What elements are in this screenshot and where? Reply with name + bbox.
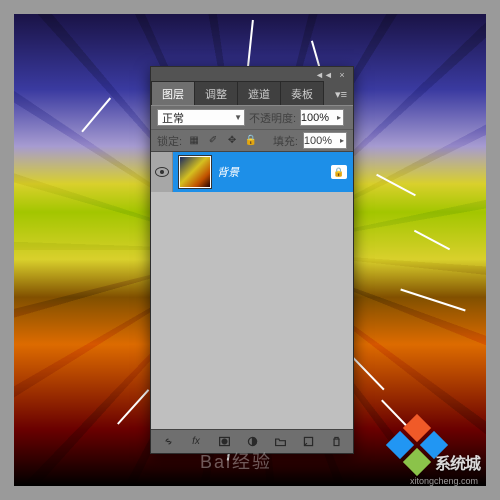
lock-all-icon[interactable]: 🔒 (244, 134, 258, 148)
tab-adjustments[interactable]: 调整 (194, 81, 238, 105)
lock-pixels-icon[interactable]: ✐ (206, 134, 220, 148)
opacity-value: 100% (301, 112, 329, 124)
adjustment-layer-icon[interactable] (245, 434, 260, 449)
tab-channels[interactable]: 遮道 (237, 81, 281, 105)
lock-label: 锁定: (157, 133, 182, 149)
layers-list[interactable]: 背景 🔒 (151, 151, 353, 429)
panel-menu-icon[interactable]: ▾≡ (329, 84, 353, 105)
fx-icon[interactable]: fx (189, 434, 204, 449)
new-layer-icon[interactable] (301, 434, 316, 449)
opacity-label: 不透明度: (249, 110, 296, 126)
fill-label: 填充: (273, 133, 298, 149)
lock-fill-row: 锁定: ▦ ✐ ✥ 🔒 填充: 100% ▸ (151, 129, 353, 151)
watermark-url: xitongcheng.com (410, 476, 478, 486)
eye-icon (155, 167, 169, 177)
blend-mode-value: 正常 (162, 110, 184, 126)
tab-layers[interactable]: 图层 (151, 81, 195, 105)
layer-name[interactable]: 背景 (217, 164, 331, 180)
link-layers-icon[interactable] (161, 434, 176, 449)
dropdown-arrow-icon: ▸ (340, 136, 344, 145)
visibility-toggle[interactable] (151, 152, 173, 192)
close-icon[interactable]: × (337, 70, 347, 80)
fill-value: 100% (304, 135, 332, 147)
dropdown-arrow-icon: ▼ (234, 113, 242, 122)
mask-icon[interactable] (217, 434, 232, 449)
blend-mode-select[interactable]: 正常 ▼ (157, 109, 245, 126)
collapse-icon[interactable]: ◄◄ (315, 70, 329, 80)
layers-panel: ◄◄ × 图层 调整 遮道 奏板 ▾≡ 正常 ▼ 不透明度: 100% ▸ 锁定… (150, 66, 354, 454)
layer-row-background[interactable]: 背景 🔒 (151, 152, 353, 192)
tab-paths[interactable]: 奏板 (280, 81, 324, 105)
layer-thumbnail[interactable] (179, 156, 211, 188)
watermark-brand: 系统城 (435, 450, 480, 474)
delete-layer-icon[interactable] (329, 434, 344, 449)
fill-field[interactable]: 100% ▸ (303, 132, 347, 149)
blend-opacity-row: 正常 ▼ 不透明度: 100% ▸ (151, 105, 353, 129)
lock-position-icon[interactable]: ✥ (225, 134, 239, 148)
layer-lock-icon[interactable]: 🔒 (331, 165, 347, 179)
panel-tabs: 图层 调整 遮道 奏板 ▾≡ (151, 83, 353, 105)
lock-transparent-icon[interactable]: ▦ (187, 134, 201, 148)
watermark-center: Bai经验 (200, 448, 272, 474)
dropdown-arrow-icon: ▸ (337, 113, 341, 122)
group-icon[interactable] (273, 434, 288, 449)
opacity-field[interactable]: 100% ▸ (300, 109, 344, 126)
